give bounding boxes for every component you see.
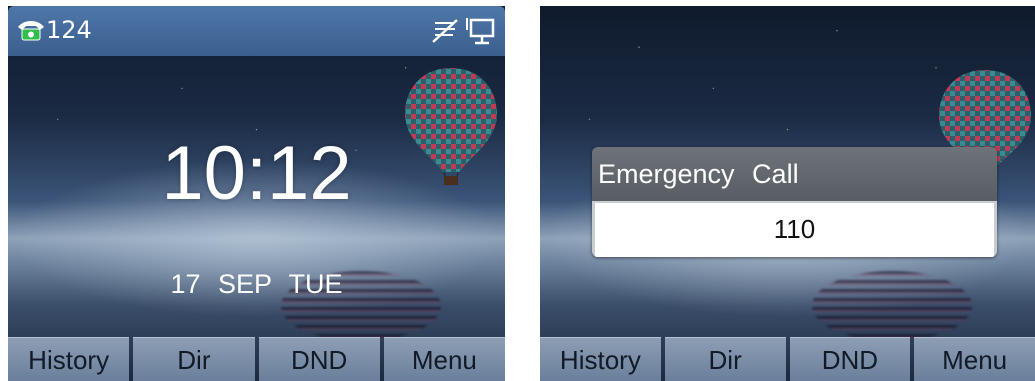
water-reflection: [812, 271, 973, 341]
softkey-dnd[interactable]: DND: [258, 337, 380, 381]
dialog-body: 110: [592, 201, 997, 257]
softkey-history[interactable]: History: [540, 337, 661, 381]
softkey-bar: History Dir DND Menu: [540, 337, 1035, 381]
softkey-dir[interactable]: Dir: [664, 337, 786, 381]
emergency-number-field[interactable]: 110: [595, 203, 994, 257]
softkey-menu[interactable]: Menu: [914, 337, 1035, 381]
account-label: 124: [46, 16, 92, 44]
softkey-bar: History Dir DND Menu: [8, 337, 505, 381]
clock-date: 17 SEP TUE: [170, 269, 343, 299]
phone-icon: [18, 21, 44, 41]
dialog-title: Emergency Call: [592, 147, 997, 201]
softkey-dir[interactable]: Dir: [133, 337, 255, 381]
status-bar: 124: [8, 6, 505, 56]
softkey-history[interactable]: History: [8, 337, 130, 381]
phone-home-screen: 124 10:12 17 SEP TUE History Dir DND Men…: [8, 6, 505, 381]
network-disconnected-icon: [432, 19, 458, 43]
phone-emergency-screen: Emergency Call 110 History Dir DND Menu: [540, 6, 1035, 381]
softkey-dnd[interactable]: DND: [789, 337, 911, 381]
pc-port-icon: [466, 18, 495, 45]
emergency-call-dialog: Emergency Call 110: [592, 147, 997, 257]
clock-time: 10:12: [161, 131, 352, 216]
softkey-menu[interactable]: Menu: [383, 337, 505, 381]
